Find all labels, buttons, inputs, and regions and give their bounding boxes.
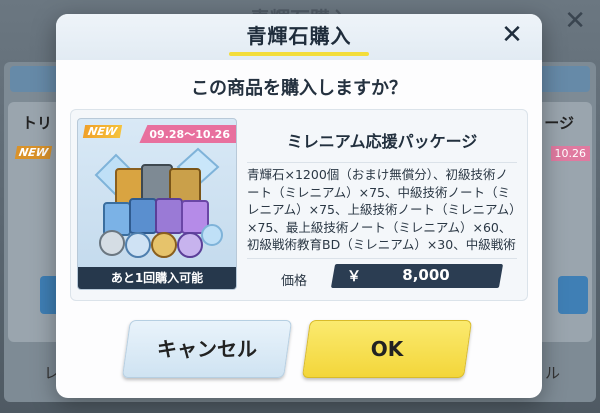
purchase-dialog: 青輝石購入 ✕ この商品を購入しますか？ NEW 09.28～10.26 あと1… — [56, 14, 542, 398]
dialog-title: 青輝石購入 — [246, 24, 352, 48]
item-thumbnail: NEW 09.28～10.26 あと1回購入可能 — [77, 118, 237, 290]
product-name: ミレニアム応援パッケージ — [286, 132, 478, 151]
title-underline — [229, 52, 369, 56]
package-items-illustration — [94, 147, 223, 258]
purchase-limit-label: あと1回購入可能 — [78, 267, 236, 289]
dialog-title-wrap: 青輝石購入 — [229, 20, 369, 56]
divider — [247, 162, 517, 163]
background-bottom-right-text: ル — [544, 364, 560, 382]
background-date-badge: 10.26 — [550, 146, 590, 161]
ok-button-label: OK — [370, 337, 404, 361]
background-button-right — [558, 276, 588, 314]
price-value: 8,000 — [402, 266, 450, 284]
product-description[interactable]: 青輝石×1200個（おまけ無償分）、初級技術ノート（ミレニアム）×75、中級技術… — [247, 166, 517, 256]
price-label: 価格 — [281, 274, 308, 289]
cancel-button[interactable]: キャンセル — [121, 320, 293, 378]
new-badge: NEW — [82, 125, 123, 138]
item-card: NEW 09.28～10.26 あと1回購入可能 ミレニアム応援パッケージ 青輝… — [70, 109, 528, 301]
dialog-header: 青輝石購入 ✕ — [56, 14, 542, 60]
background-close-icon: ✕ — [564, 6, 586, 36]
background-card-right-text: ージ — [544, 114, 574, 132]
confirm-question: この商品を購入しますか？ — [191, 78, 407, 99]
ok-button[interactable]: OK — [301, 320, 473, 378]
date-range-badge: 09.28～10.26 — [139, 125, 236, 143]
cancel-button-label: キャンセル — [157, 337, 257, 361]
close-icon[interactable]: ✕ — [498, 22, 526, 50]
background-new-badge: NEW — [14, 146, 53, 159]
divider — [247, 258, 517, 259]
yen-icon: ￥ — [347, 269, 361, 285]
background-card-left-text: トリ — [22, 114, 53, 132]
